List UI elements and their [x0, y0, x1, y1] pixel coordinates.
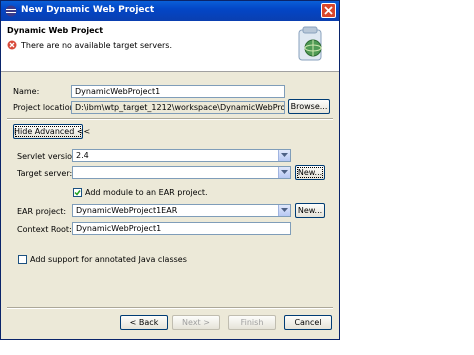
- checkmark-icon: [74, 190, 81, 196]
- context-root-field[interactable]: DynamicWebProject1: [72, 222, 291, 235]
- project-name-field[interactable]: DynamicWebProject1: [71, 85, 285, 98]
- ear-project-value: DynamicWebProject1EAR: [76, 206, 178, 215]
- close-button[interactable]: [321, 3, 336, 18]
- annotation-checkbox-label: Add support for annotated Java classes: [30, 255, 187, 264]
- ear-project-dropdown[interactable]: DynamicWebProject1EAR: [72, 204, 291, 217]
- close-icon: [324, 6, 333, 15]
- chevron-down-icon: [281, 170, 288, 174]
- context-root-label: Context Root:: [17, 225, 72, 234]
- ear-checkbox[interactable]: [73, 188, 82, 197]
- servlet-version-label: Servlet version:: [17, 152, 80, 161]
- finish-button[interactable]: Finish: [228, 315, 276, 330]
- wizard-banner-icon: [298, 26, 322, 61]
- annotation-checkbox[interactable]: [18, 255, 27, 264]
- separator: [7, 118, 333, 120]
- location-label: Project location:: [13, 103, 78, 112]
- target-server-dropdown[interactable]: [72, 166, 291, 179]
- hide-advanced-button[interactable]: Hide Advanced <<: [13, 124, 90, 139]
- title-bar[interactable]: New Dynamic Web Project: [1, 1, 339, 21]
- eclipse-icon: [5, 5, 17, 17]
- error-text: There are no available target servers.: [21, 40, 172, 50]
- browse-button[interactable]: Browse...: [288, 99, 330, 114]
- new-ear-button[interactable]: New...: [295, 203, 325, 218]
- cancel-button[interactable]: Cancel: [284, 315, 332, 330]
- target-server-label: Target server:: [17, 169, 73, 178]
- name-label: Name:: [13, 87, 40, 96]
- dropdown-arrow[interactable]: [278, 150, 290, 161]
- window-title: New Dynamic Web Project: [21, 5, 155, 15]
- servlet-version-value: 2.4: [76, 151, 89, 160]
- new-server-button[interactable]: New...: [295, 165, 325, 180]
- footer-separator: [7, 307, 333, 309]
- back-button[interactable]: < Back: [120, 315, 168, 330]
- page-title: Dynamic Web Project: [7, 26, 104, 35]
- chevron-down-icon: [281, 153, 288, 157]
- error-message: There are no available target servers.: [7, 40, 172, 50]
- dialog-window: New Dynamic Web Project Dynamic Web Proj…: [0, 0, 340, 340]
- dropdown-arrow[interactable]: [278, 205, 290, 216]
- chevron-down-icon: [281, 208, 288, 212]
- error-icon: [7, 40, 17, 50]
- project-location-field[interactable]: D:\ibm\wtp_target_1212\workspace\Dynamic…: [71, 101, 285, 114]
- dropdown-arrow[interactable]: [278, 167, 290, 178]
- ear-checkbox-label: Add module to an EAR project.: [85, 188, 208, 197]
- ear-project-label: EAR project:: [17, 207, 67, 216]
- next-button[interactable]: Next >: [172, 315, 220, 330]
- wizard-banner: Dynamic Web Project There are no availab…: [1, 21, 339, 72]
- servlet-version-dropdown[interactable]: 2.4: [72, 149, 291, 162]
